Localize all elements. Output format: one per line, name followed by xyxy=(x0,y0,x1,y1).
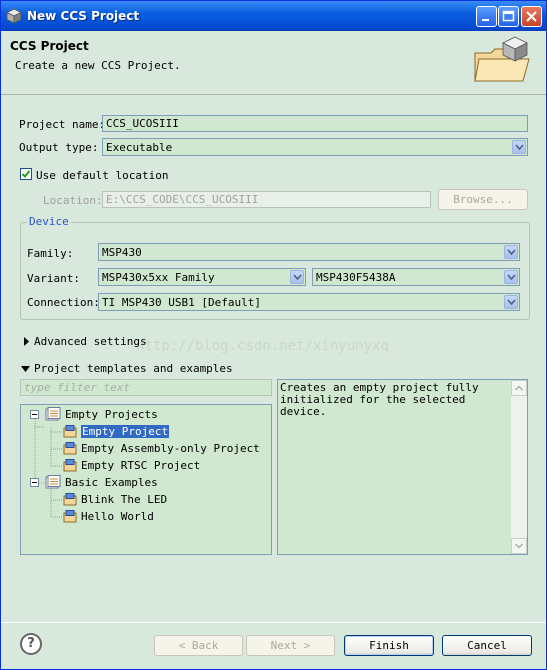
chevron-down-icon xyxy=(514,543,524,549)
browse-button[interactable]: Browse... xyxy=(438,189,528,210)
templates-label: Project templates and examples xyxy=(34,362,233,375)
variant-device-value: MSP430F5438A xyxy=(316,271,396,284)
chevron-down-icon[interactable] xyxy=(504,245,518,259)
wizard-header: CCS Project Create a new CCS Project. xyxy=(1,31,546,95)
connection-value: TI MSP430 USB1 [Default] xyxy=(102,296,261,309)
use-default-location-checkbox[interactable] xyxy=(20,168,32,180)
chevron-down-icon[interactable] xyxy=(504,295,518,309)
tree-label: Empty RTSC Project xyxy=(81,459,201,472)
chevron-right-icon xyxy=(24,337,29,346)
chevron-down-icon[interactable] xyxy=(512,140,526,154)
template-tree[interactable]: Empty Projects Empty Project Empty Assem… xyxy=(20,404,272,555)
output-type-value: Executable xyxy=(106,141,173,154)
watermark-text: http://blog.csdn.net/xinyunyxq xyxy=(136,338,389,354)
template-filter-input[interactable]: type filter text xyxy=(20,379,272,396)
family-label: Family: xyxy=(27,247,74,260)
project-name-field[interactable]: CCS_UCOSIII xyxy=(102,115,528,132)
chevron-down-icon xyxy=(21,366,30,372)
advanced-settings-label: Advanced settings xyxy=(34,335,147,348)
app-cube-icon xyxy=(6,8,22,24)
variant-family-select[interactable]: MSP430x5xx Family xyxy=(98,268,306,286)
tree-label: Blink The LED xyxy=(81,493,168,506)
use-default-location-label: Use default location xyxy=(36,169,169,182)
description-scrollbar[interactable] xyxy=(511,380,527,554)
page-title: CCS Project xyxy=(10,39,89,53)
scroll-down-button[interactable] xyxy=(511,538,527,554)
chevron-up-icon xyxy=(514,385,524,391)
device-group-title: Device xyxy=(27,215,71,228)
collapse-icon xyxy=(30,410,39,419)
tree-label: Empty Assembly-only Project xyxy=(81,442,260,455)
templates-toggle[interactable]: Project templates and examples xyxy=(20,362,240,376)
back-button[interactable]: < Back xyxy=(154,635,243,656)
tree-label: Hello World xyxy=(81,510,154,523)
tree-label: Basic Examples xyxy=(65,476,158,489)
project-icon xyxy=(63,493,77,506)
close-button[interactable] xyxy=(521,6,542,27)
variant-label: Variant: xyxy=(27,272,80,285)
collapse-icon xyxy=(30,478,39,487)
tree-label: Empty Projects xyxy=(65,408,158,421)
tree-label: Empty Project xyxy=(81,425,170,438)
dialog-window: New CCS Project CCS Project Create a new… xyxy=(0,0,547,670)
next-button[interactable]: Next > xyxy=(246,635,335,656)
variant-family-value: MSP430x5xx Family xyxy=(102,271,215,284)
window-title: New CCS Project xyxy=(27,9,140,23)
project-icon xyxy=(63,459,77,472)
title-bar[interactable]: New CCS Project xyxy=(1,1,546,31)
checkmark-icon xyxy=(21,170,31,178)
templates-folder-icon xyxy=(45,475,61,489)
template-description-panel: Creates an empty project fully initializ… xyxy=(277,379,528,555)
chevron-down-icon[interactable] xyxy=(504,270,518,284)
wizard-body: Project name: CCS_UCOSIII Output type: E… xyxy=(1,95,546,622)
template-description: Creates an empty project fully initializ… xyxy=(280,381,479,418)
scroll-up-button[interactable] xyxy=(511,380,527,396)
help-icon[interactable]: ? xyxy=(20,633,42,655)
output-type-label: Output type: xyxy=(19,141,99,154)
close-icon xyxy=(526,11,537,22)
family-value: MSP430 xyxy=(102,246,142,259)
variant-device-select[interactable]: MSP430F5438A xyxy=(312,268,520,286)
maximize-icon xyxy=(502,10,515,22)
chevron-down-icon[interactable] xyxy=(290,270,304,284)
cancel-button[interactable]: Cancel xyxy=(442,635,532,656)
location-field[interactable]: E:\CCS_CODE\CCS_UCOSIII xyxy=(102,191,431,208)
project-icon xyxy=(63,442,77,455)
connection-select[interactable]: TI MSP430 USB1 [Default] xyxy=(98,293,520,311)
maximize-button[interactable] xyxy=(498,6,519,27)
location-label: Location: xyxy=(43,194,103,207)
minimize-button[interactable] xyxy=(476,6,497,27)
folder-cube-icon xyxy=(474,36,530,82)
connection-label: Connection: xyxy=(27,296,100,309)
finish-button[interactable]: Finish xyxy=(344,635,434,656)
project-name-label: Project name: xyxy=(19,118,106,131)
output-type-select[interactable]: Executable xyxy=(102,138,528,156)
templates-folder-icon xyxy=(45,407,61,421)
family-select[interactable]: MSP430 xyxy=(98,243,520,261)
project-icon xyxy=(63,510,77,523)
wizard-footer: ? < Back Next > Finish Cancel xyxy=(1,622,546,669)
project-icon xyxy=(63,425,77,438)
advanced-settings-toggle[interactable]: Advanced settings xyxy=(20,335,170,349)
minimize-icon xyxy=(482,19,489,21)
page-subtitle: Create a new CCS Project. xyxy=(15,59,181,72)
